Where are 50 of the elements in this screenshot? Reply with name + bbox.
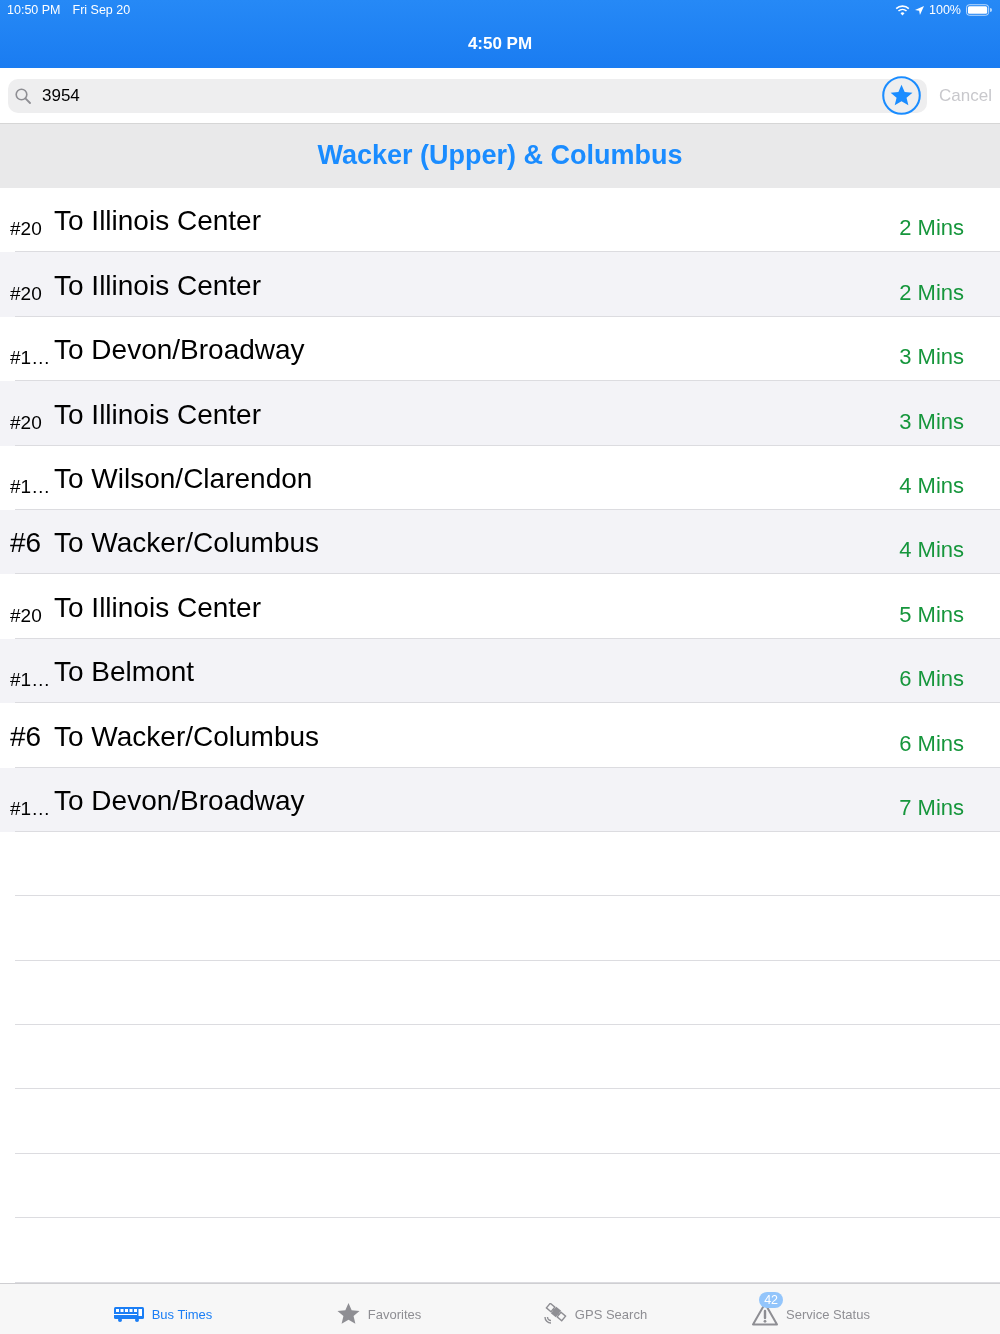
star-icon bbox=[336, 1303, 360, 1325]
eta-label: 3 Mins bbox=[899, 344, 964, 371]
eta-label: 6 Mins bbox=[899, 666, 964, 693]
eta-label: 2 Mins bbox=[899, 279, 964, 306]
route-label: #20 bbox=[10, 282, 43, 305]
status-time: 10:50 PM bbox=[7, 3, 61, 17]
notification-badge: 42 bbox=[759, 1292, 784, 1308]
destination-label: To Illinois Center bbox=[54, 268, 262, 303]
destination-label: To Illinois Center bbox=[54, 204, 262, 239]
route-label: #1… bbox=[10, 347, 52, 370]
search-field[interactable]: 3954 bbox=[8, 78, 928, 113]
destination-label: To Devon/Broadway bbox=[54, 783, 306, 818]
arrival-row[interactable]: #20 To Illinois Center 2 Mins bbox=[0, 252, 1000, 317]
route-label: #1… bbox=[10, 669, 52, 692]
search-input[interactable]: 3954 bbox=[35, 83, 875, 108]
eta-label: 4 Mins bbox=[899, 472, 964, 499]
eta-label: 7 Mins bbox=[899, 794, 964, 821]
destination-label: To Wacker/Columbus bbox=[54, 526, 321, 561]
route-label: #20 bbox=[10, 218, 43, 241]
destination-label: To Devon/Broadway bbox=[54, 333, 306, 368]
destination-label: To Illinois Center bbox=[54, 397, 262, 432]
destination-label: To Belmont bbox=[54, 655, 196, 690]
arrival-row[interactable]: #6 To Wacker/Columbus 4 Mins bbox=[0, 509, 1000, 575]
battery-icon bbox=[966, 4, 992, 16]
favorite-star-button[interactable] bbox=[882, 76, 922, 115]
stop-header: Wacker (Upper) & Columbus bbox=[0, 124, 1000, 188]
location-arrow-icon bbox=[915, 5, 924, 15]
bus-icon bbox=[113, 1306, 144, 1322]
route-label: #20 bbox=[10, 604, 43, 627]
battery-percent: 100% bbox=[929, 3, 961, 17]
arrival-row[interactable]: #20 To Illinois Center 3 Mins bbox=[0, 381, 1000, 446]
eta-label: 2 Mins bbox=[899, 215, 964, 242]
destination-label: To Illinois Center bbox=[54, 590, 262, 625]
satellite-icon bbox=[542, 1303, 567, 1325]
route-label: #6 bbox=[10, 719, 43, 754]
eta-label: 6 Mins bbox=[899, 730, 964, 757]
eta-label: 5 Mins bbox=[899, 601, 964, 628]
route-label: #20 bbox=[10, 411, 43, 434]
eta-label: 4 Mins bbox=[899, 537, 964, 564]
destination-label: To Wilson/Clarendon bbox=[54, 461, 314, 496]
status-date: Fri Sep 20 bbox=[72, 3, 131, 17]
wifi-icon bbox=[895, 4, 910, 16]
route-label: #1… bbox=[10, 475, 52, 498]
eta-label: 3 Mins bbox=[899, 408, 964, 435]
nav-title: 4:50 PM bbox=[467, 33, 533, 54]
bus-times-tab[interactable]: Bus Times bbox=[55, 1296, 271, 1322]
search-icon bbox=[15, 87, 31, 104]
destination-label: To Wacker/Columbus bbox=[54, 719, 321, 754]
route-label: #6 bbox=[10, 526, 43, 561]
route-label: #1… bbox=[10, 797, 52, 820]
